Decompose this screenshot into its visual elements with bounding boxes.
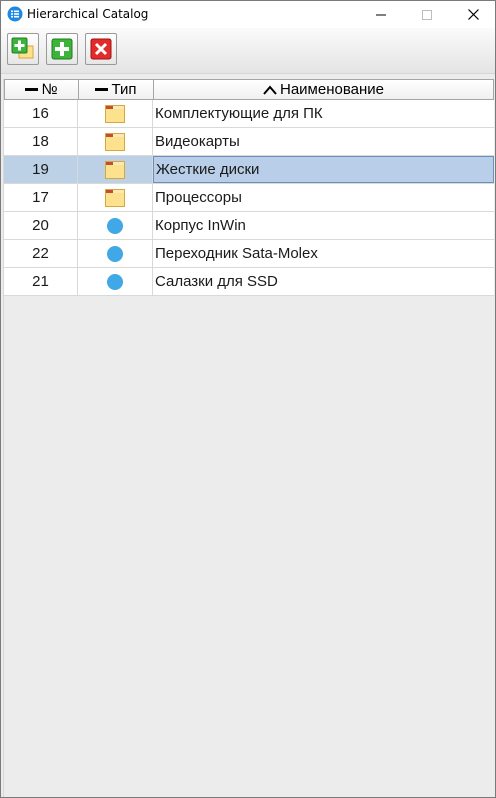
table-row[interactable]: 16 Комплектующие для ПК <box>4 100 494 128</box>
column-header-label: Наименование <box>280 81 384 98</box>
add-icon <box>51 38 73 60</box>
cell-name[interactable]: Процессоры <box>153 184 494 211</box>
folder-icon <box>105 132 125 151</box>
column-header-label: № <box>41 81 58 98</box>
cell-name[interactable]: Жесткие диски <box>153 156 494 183</box>
add-folder-icon <box>11 37 34 59</box>
sort-none-icon <box>95 88 109 91</box>
cell-number[interactable]: 18 <box>4 128 78 155</box>
cell-name[interactable]: Переходник Sata-Molex <box>153 240 494 267</box>
cell-type[interactable] <box>78 156 153 183</box>
window-title: Hierarchical Catalog <box>27 7 149 21</box>
table-row[interactable]: 22 Переходник Sata-Molex <box>4 240 494 268</box>
folder-icon <box>105 104 125 123</box>
folder-icon <box>105 188 125 207</box>
table-row[interactable]: 18 Видеокарты <box>4 128 494 156</box>
maximize-button[interactable] <box>404 1 450 28</box>
close-icon <box>467 9 479 20</box>
column-header-number[interactable]: № <box>5 80 79 99</box>
cell-type[interactable] <box>78 184 153 211</box>
cell-number[interactable]: 17 <box>4 184 78 211</box>
maximize-icon <box>422 9 432 20</box>
cell-name[interactable]: Салазки для SSD <box>153 268 494 295</box>
add-item-button[interactable] <box>46 33 78 65</box>
column-header-label: Тип <box>111 81 137 98</box>
cell-number[interactable]: 21 <box>4 268 78 295</box>
grid-header: № Тип Наименование <box>4 79 494 100</box>
cell-name[interactable]: Корпус InWin <box>153 212 494 239</box>
item-dot-icon <box>107 273 123 290</box>
add-group-button[interactable] <box>7 33 39 65</box>
cell-number[interactable]: 19 <box>4 156 78 183</box>
title-bar[interactable]: Hierarchical Catalog <box>1 1 495 28</box>
cell-name[interactable]: Видеокарты <box>153 128 494 155</box>
cell-type[interactable] <box>78 128 153 155</box>
folder-icon <box>105 160 125 179</box>
column-header-type[interactable]: Тип <box>79 80 154 99</box>
item-dot-icon <box>107 217 123 234</box>
table-row[interactable]: 20 Корпус InWin <box>4 212 494 240</box>
column-header-name[interactable]: Наименование <box>154 80 493 99</box>
cell-name[interactable]: Комплектующие для ПК <box>153 100 494 127</box>
item-dot-icon <box>107 245 123 262</box>
cell-number[interactable]: 22 <box>4 240 78 267</box>
toolbar <box>1 28 495 74</box>
table-row[interactable]: 19 Жесткие диски <box>4 156 494 184</box>
minimize-button[interactable] <box>358 1 404 28</box>
cell-type[interactable] <box>78 100 153 127</box>
delete-button[interactable] <box>85 33 117 65</box>
sort-ascending-icon <box>263 84 277 95</box>
table-row[interactable]: 21 Салазки для SSD <box>4 268 494 296</box>
cell-number[interactable]: 16 <box>4 100 78 127</box>
delete-icon <box>90 38 112 60</box>
cell-type[interactable] <box>78 268 153 295</box>
minimize-icon <box>376 14 386 15</box>
sort-none-icon <box>25 88 39 91</box>
catalog-grid[interactable]: № Тип Наименование 16 Комплектующие для П… <box>3 79 494 797</box>
catalog-app-icon <box>7 6 23 22</box>
cell-type[interactable] <box>78 212 153 239</box>
close-button[interactable] <box>450 1 496 28</box>
table-row[interactable]: 17 Процессоры <box>4 184 494 212</box>
cell-type[interactable] <box>78 240 153 267</box>
app-window: Hierarchical Catalog № Тип Наименование … <box>0 0 496 798</box>
cell-number[interactable]: 20 <box>4 212 78 239</box>
